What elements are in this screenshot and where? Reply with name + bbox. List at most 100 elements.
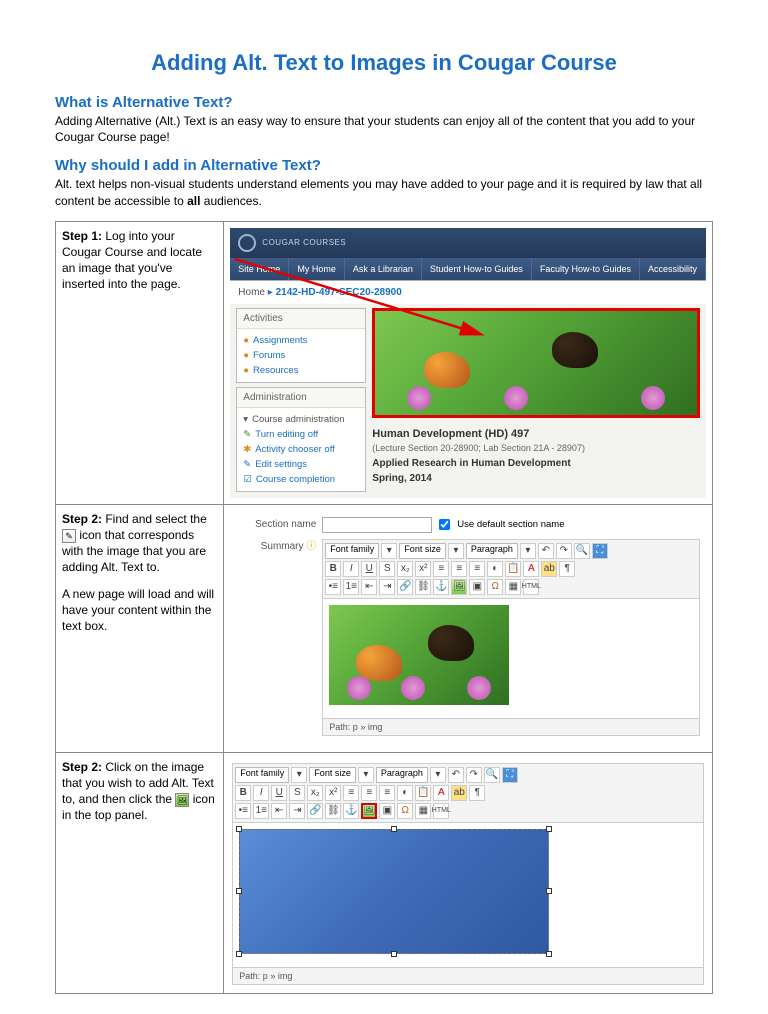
link-edit-settings[interactable]: ✎Edit settings bbox=[243, 457, 359, 472]
undo-button[interactable]: ↶ bbox=[448, 767, 464, 783]
indent-button[interactable]: ⇥ bbox=[289, 803, 305, 819]
link-turn-editing-off[interactable]: ✎Turn editing off bbox=[243, 427, 359, 442]
redo-button[interactable]: ↷ bbox=[466, 767, 482, 783]
equation-button[interactable]: Ω bbox=[487, 579, 503, 595]
editor-content-area[interactable] bbox=[232, 823, 704, 968]
resize-handle-icon[interactable] bbox=[236, 826, 242, 832]
resize-handle-icon[interactable] bbox=[546, 888, 552, 894]
editor-selected-image[interactable] bbox=[239, 829, 549, 954]
resize-handle-icon[interactable] bbox=[391, 951, 397, 957]
insert-image-button-highlighted[interactable]: 🖼 bbox=[361, 803, 377, 819]
section-name-input[interactable] bbox=[322, 517, 432, 533]
underline-button[interactable]: U bbox=[361, 561, 377, 577]
equation-button[interactable]: Ω bbox=[397, 803, 413, 819]
redo-button[interactable]: ↷ bbox=[556, 543, 572, 559]
font-size-select[interactable]: Font size bbox=[399, 543, 446, 559]
bg-color-button[interactable]: ab bbox=[541, 561, 557, 577]
resize-handle-icon[interactable] bbox=[391, 826, 397, 832]
superscript-button[interactable]: x² bbox=[415, 561, 431, 577]
subscript-button[interactable]: x₂ bbox=[307, 785, 323, 801]
outdent-button[interactable]: ⇤ bbox=[271, 803, 287, 819]
bullet-list-button[interactable]: •≡ bbox=[235, 803, 251, 819]
table-button[interactable]: ▦ bbox=[505, 579, 521, 595]
paste-button[interactable]: 📋 bbox=[415, 785, 431, 801]
text-color-button[interactable]: A bbox=[523, 561, 539, 577]
fullscreen-button[interactable]: ⛶ bbox=[592, 543, 608, 559]
link-forums[interactable]: ●Forums bbox=[243, 348, 359, 363]
link-resources[interactable]: ●Resources bbox=[243, 363, 359, 378]
breadcrumb-course[interactable]: 2142-HD-497-SEC20-28900 bbox=[276, 287, 402, 298]
bold-button[interactable]: B bbox=[325, 561, 341, 577]
underline-button[interactable]: U bbox=[271, 785, 287, 801]
find-button[interactable]: 🔍 bbox=[484, 767, 500, 783]
nav-accessibility[interactable]: Accessibility bbox=[640, 258, 706, 280]
resize-handle-icon[interactable] bbox=[546, 826, 552, 832]
text-color-button[interactable]: A bbox=[433, 785, 449, 801]
align-right-button[interactable]: ≡ bbox=[379, 785, 395, 801]
dropdown-icon[interactable]: ▾ bbox=[448, 543, 464, 559]
breadcrumb-home[interactable]: Home bbox=[238, 287, 265, 298]
resize-handle-icon[interactable] bbox=[236, 951, 242, 957]
editor-embedded-image[interactable] bbox=[329, 605, 509, 705]
font-family-select[interactable]: Font family bbox=[325, 543, 379, 559]
nav-my-home[interactable]: My Home bbox=[289, 258, 345, 280]
number-list-button[interactable]: 1≡ bbox=[253, 803, 269, 819]
fullscreen-button[interactable]: ⛶ bbox=[502, 767, 518, 783]
undo-button[interactable]: ↶ bbox=[538, 543, 554, 559]
strike-button[interactable]: S bbox=[379, 561, 395, 577]
font-size-select[interactable]: Font size bbox=[309, 767, 356, 783]
nav-student-guides[interactable]: Student How-to Guides bbox=[422, 258, 532, 280]
nav-faculty-guides[interactable]: Faculty How-to Guides bbox=[532, 258, 640, 280]
ltr-button[interactable]: ¶ bbox=[559, 561, 575, 577]
align-left-button[interactable]: ≡ bbox=[433, 561, 449, 577]
number-list-button[interactable]: 1≡ bbox=[343, 579, 359, 595]
align-center-button[interactable]: ≡ bbox=[361, 785, 377, 801]
subscript-button[interactable]: x₂ bbox=[397, 561, 413, 577]
italic-button[interactable]: I bbox=[253, 785, 269, 801]
html-button[interactable]: HTML bbox=[523, 579, 539, 595]
italic-button[interactable]: I bbox=[343, 561, 359, 577]
paste-button[interactable]: 📋 bbox=[505, 561, 521, 577]
dropdown-icon[interactable]: ▾ bbox=[291, 767, 307, 783]
use-default-checkbox[interactable] bbox=[439, 519, 450, 530]
unlink-button[interactable]: ⛓ bbox=[325, 803, 341, 819]
link-assignments[interactable]: ●Assignments bbox=[243, 333, 359, 348]
media-button[interactable]: ▣ bbox=[469, 579, 485, 595]
html-button[interactable]: HTML bbox=[433, 803, 449, 819]
align-right-button[interactable]: ≡ bbox=[469, 561, 485, 577]
dropdown-icon[interactable]: ▾ bbox=[358, 767, 374, 783]
find-button[interactable]: 🔍 bbox=[574, 543, 590, 559]
anchor-button[interactable]: ⚓ bbox=[433, 579, 449, 595]
insert-image-button[interactable]: 🖼 bbox=[451, 579, 467, 595]
dropdown-icon[interactable]: ▾ bbox=[520, 543, 536, 559]
link-button[interactable]: 🔗 bbox=[397, 579, 413, 595]
media-button[interactable]: ▣ bbox=[379, 803, 395, 819]
resize-handle-icon[interactable] bbox=[546, 951, 552, 957]
align-left-button[interactable]: ≡ bbox=[343, 785, 359, 801]
editor-content-area[interactable] bbox=[322, 599, 700, 719]
bold-button[interactable]: B bbox=[235, 785, 251, 801]
align-center-button[interactable]: ≡ bbox=[451, 561, 467, 577]
ltr-button[interactable]: ¶ bbox=[469, 785, 485, 801]
link-course-completion[interactable]: ☑Course completion bbox=[243, 472, 359, 487]
dropdown-icon[interactable]: ▾ bbox=[381, 543, 397, 559]
bg-color-button[interactable]: ab bbox=[451, 785, 467, 801]
dropdown-icon[interactable]: ▾ bbox=[430, 767, 446, 783]
nav-ask-librarian[interactable]: Ask a Librarian bbox=[345, 258, 422, 280]
unlink-button[interactable]: ⛓ bbox=[415, 579, 431, 595]
help-icon[interactable]: ⓘ bbox=[306, 541, 316, 552]
resize-handle-icon[interactable] bbox=[236, 888, 242, 894]
link-button[interactable]: 🔗 bbox=[307, 803, 323, 819]
anchor-button[interactable]: ⚓ bbox=[343, 803, 359, 819]
bullet-list-button[interactable]: •≡ bbox=[325, 579, 341, 595]
clean-button[interactable]: ◐ bbox=[397, 785, 413, 801]
strike-button[interactable]: S bbox=[289, 785, 305, 801]
table-button[interactable]: ▦ bbox=[415, 803, 431, 819]
clean-button[interactable]: ◐ bbox=[487, 561, 503, 577]
outdent-button[interactable]: ⇤ bbox=[361, 579, 377, 595]
nav-site-home[interactable]: Site Home bbox=[230, 258, 289, 280]
paragraph-select[interactable]: Paragraph bbox=[466, 543, 518, 559]
font-family-select[interactable]: Font family bbox=[235, 767, 289, 783]
superscript-button[interactable]: x² bbox=[325, 785, 341, 801]
paragraph-select[interactable]: Paragraph bbox=[376, 767, 428, 783]
